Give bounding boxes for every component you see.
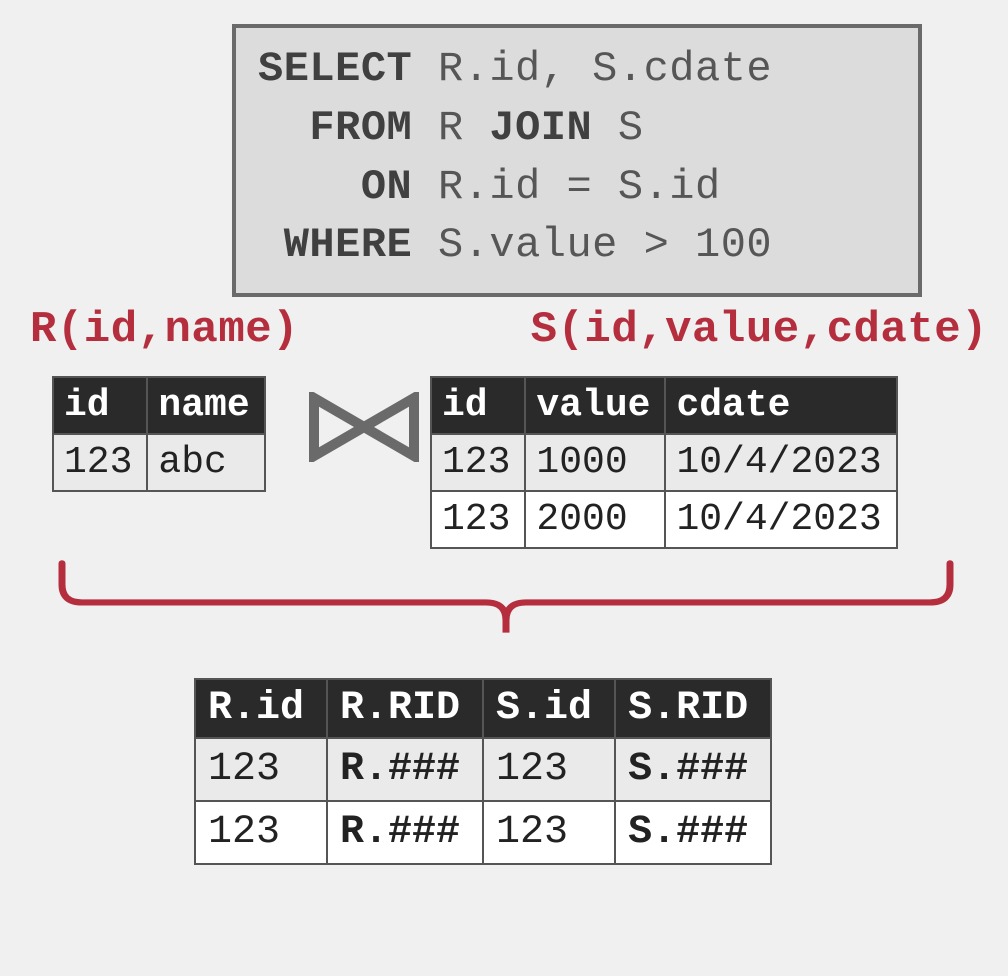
sql-text: S	[592, 104, 643, 152]
schema-label-r: R(id,name)	[30, 305, 299, 355]
sql-text: R.id = S.id	[412, 163, 720, 211]
sql-text: S.value > 100	[412, 221, 772, 269]
table-row: 123 1000 10/4/2023	[431, 434, 897, 491]
cell: 2000	[525, 491, 665, 548]
cell: R.###	[327, 738, 483, 801]
table-row: 123 abc	[53, 434, 265, 491]
cell: abc	[147, 434, 264, 491]
cell: 1000	[525, 434, 665, 491]
sql-query-box: SELECT R.id, S.cdate FROM R JOIN S ON R.…	[232, 24, 922, 297]
cell: S.###	[615, 738, 771, 801]
sql-text: R.id, S.cdate	[412, 45, 772, 93]
schema-label-s: S(id,value,cdate)	[531, 305, 988, 355]
sql-keyword-join: JOIN	[489, 104, 592, 152]
join-icon	[308, 392, 420, 462]
table-s: id value cdate 123 1000 10/4/2023 123 20…	[430, 376, 898, 549]
table-row: id value cdate	[431, 377, 897, 434]
cell: R.###	[327, 801, 483, 864]
cell: 123	[195, 801, 327, 864]
col-header: R.id	[195, 679, 327, 738]
table-row: 123 R.### 123 S.###	[195, 801, 771, 864]
cell: 10/4/2023	[665, 434, 896, 491]
cell: 123	[53, 434, 147, 491]
cell: 123	[483, 738, 615, 801]
table-result: R.id R.RID S.id S.RID 123 R.### 123 S.##…	[194, 678, 772, 865]
sql-keyword-from: FROM	[309, 104, 412, 152]
table-row: R.id R.RID S.id S.RID	[195, 679, 771, 738]
table-row: 123 2000 10/4/2023	[431, 491, 897, 548]
sql-keyword-on: ON	[361, 163, 412, 211]
col-header-id: id	[53, 377, 147, 434]
cell: 123	[195, 738, 327, 801]
brace-icon	[56, 558, 956, 638]
col-header: R.RID	[327, 679, 483, 738]
col-header-name: name	[147, 377, 264, 434]
table-row: 123 R.### 123 S.###	[195, 738, 771, 801]
cell: 123	[483, 801, 615, 864]
col-header-cdate: cdate	[665, 377, 896, 434]
col-header-id: id	[431, 377, 525, 434]
sql-keyword-where: WHERE	[284, 221, 413, 269]
schema-labels: R(id,name) S(id,value,cdate)	[30, 305, 988, 355]
col-header-value: value	[525, 377, 665, 434]
cell: 123	[431, 491, 525, 548]
table-row: id name	[53, 377, 265, 434]
table-r: id name 123 abc	[52, 376, 266, 492]
col-header: S.RID	[615, 679, 771, 738]
cell: 123	[431, 434, 525, 491]
cell: 10/4/2023	[665, 491, 896, 548]
cell: S.###	[615, 801, 771, 864]
sql-text: R	[412, 104, 489, 152]
sql-keyword-select: SELECT	[258, 45, 412, 93]
col-header: S.id	[483, 679, 615, 738]
